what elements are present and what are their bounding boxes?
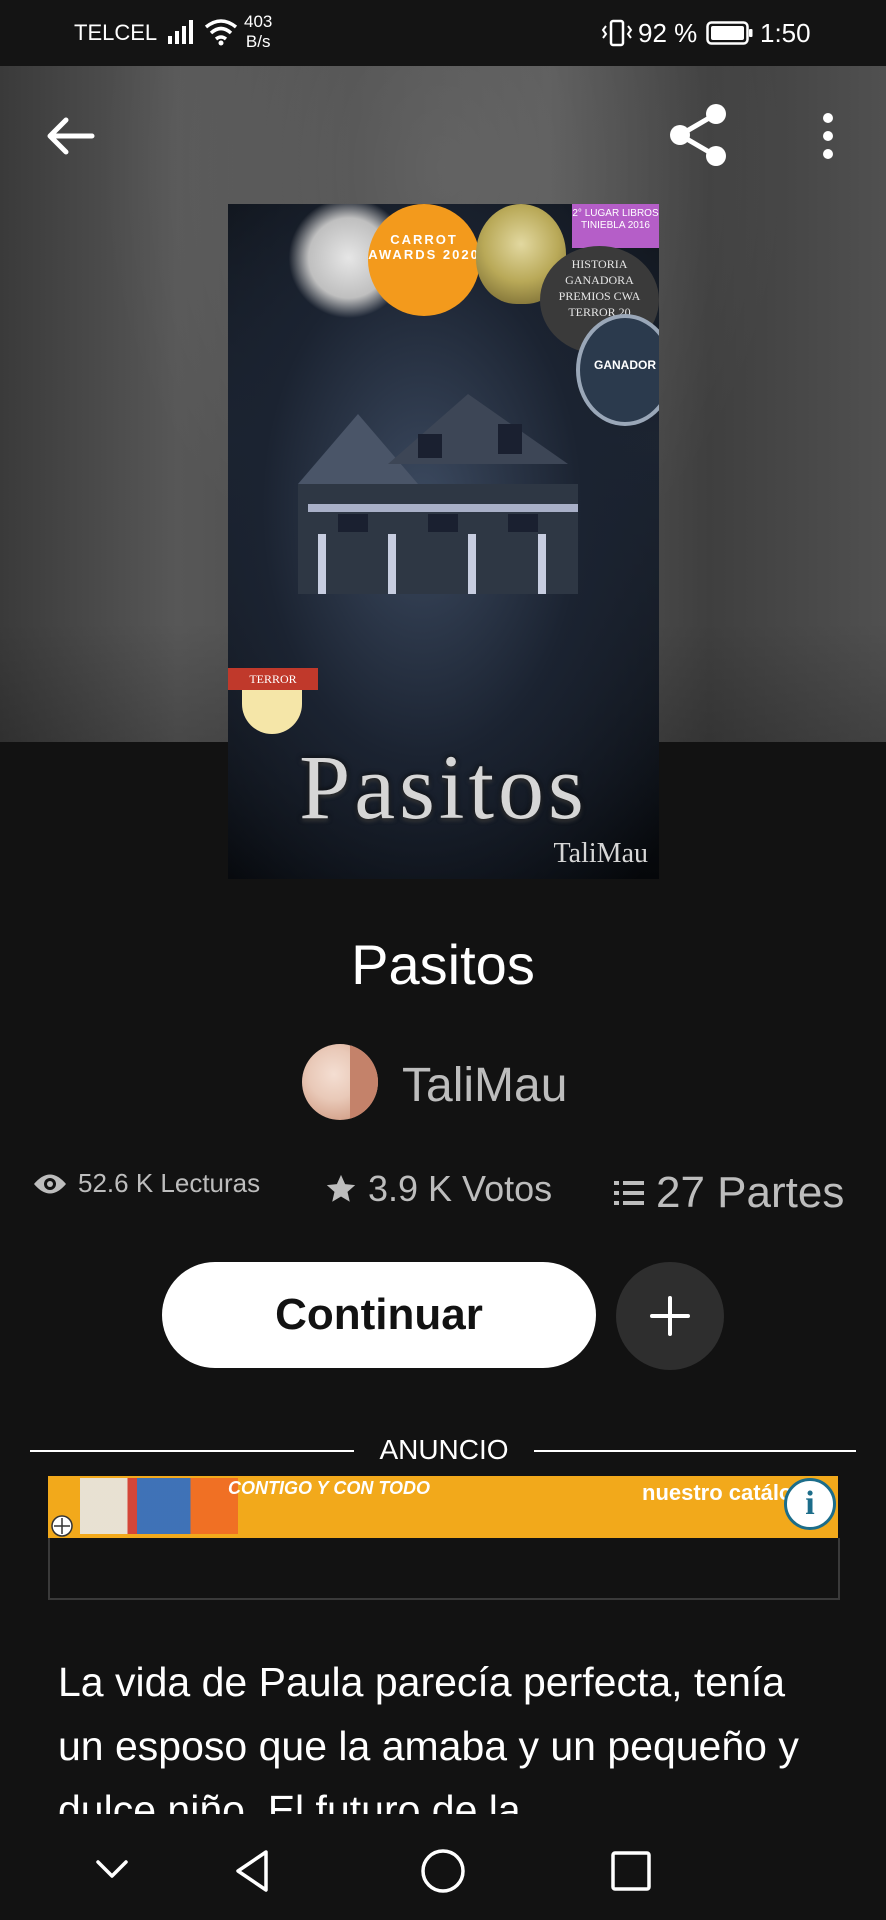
votes-stat: 3.9 K Votos <box>324 1168 552 1210</box>
more-options-button[interactable] <box>808 106 848 166</box>
ad-divider-left <box>30 1450 354 1452</box>
cover-ribbon-badge: 2° LUGAR LIBROS TINIEBLA 2016 <box>572 204 659 248</box>
ad-divider-right <box>534 1450 856 1452</box>
nav-recents-icon[interactable] <box>606 1846 656 1896</box>
cover-terror-badge: TERROR <box>228 648 318 738</box>
nav-back-icon[interactable] <box>228 1846 278 1896</box>
battery-icon <box>706 21 753 45</box>
share-button[interactable] <box>664 100 734 170</box>
story-description: La vida de Paula parecía perfecta, tenía… <box>58 1659 799 1824</box>
plus-icon <box>650 1296 690 1336</box>
status-bar: TELCEL 403 B/s 92 % 1:50 <box>0 0 886 66</box>
author-name[interactable]: TaliMau <box>402 1058 567 1113</box>
chevron-down-icon[interactable] <box>90 1846 134 1890</box>
story-title: Pasitos <box>351 933 535 996</box>
star-icon <box>326 1174 356 1202</box>
more-vertical-icon <box>823 113 833 159</box>
share-icon <box>670 104 726 166</box>
reads-stat: 52.6 K Lecturas <box>32 1168 260 1199</box>
votes-count: 3.9 K Votos <box>368 1168 553 1209</box>
wifi-icon <box>204 19 238 46</box>
ad-slogan[interactable]: CONTIGO Y CON TODO <box>228 1478 430 1499</box>
signal-icon <box>168 20 193 44</box>
clock: 1:50 <box>760 18 811 48</box>
book-cover[interactable]: CARROT AWARDS 2020 2° LUGAR LIBROS TINIE… <box>228 204 659 879</box>
net-speed-value: 403 <box>244 12 273 31</box>
ad-product-images[interactable] <box>80 1478 238 1534</box>
avatar[interactable] <box>302 1044 378 1120</box>
add-to-library-button[interactable] <box>616 1262 724 1370</box>
continue-button[interactable]: Continuar <box>162 1262 596 1368</box>
cover-house-image <box>298 394 578 594</box>
net-speed-unit: B/s <box>245 32 271 51</box>
cover-title: Pasitos <box>299 736 588 838</box>
parts-stat[interactable]: 27 Partes <box>612 1168 844 1218</box>
ad-info-button[interactable]: i <box>784 1478 836 1530</box>
net-speed: 403 B/s <box>244 12 272 52</box>
carrier-label: TELCEL <box>74 20 158 45</box>
battery-percent: 92 % <box>638 18 698 48</box>
parts-count: 27 Partes <box>656 1168 845 1217</box>
back-button[interactable] <box>40 108 100 164</box>
eye-icon <box>34 1174 66 1193</box>
cover-award-badge: CARROT AWARDS 2020 <box>368 204 480 316</box>
ad-choices-icon[interactable] <box>50 1514 74 1538</box>
reads-count: 52.6 K Lecturas <box>78 1168 261 1198</box>
arrow-left-icon <box>47 117 95 155</box>
nav-home-icon[interactable] <box>418 1846 468 1896</box>
list-icon <box>614 1181 644 1205</box>
ad-label: ANUNCIO <box>379 1434 509 1465</box>
ad-container <box>48 1538 840 1600</box>
vibrate-icon <box>601 19 633 47</box>
ad-catalog-text[interactable]: nuestro catálo <box>642 1480 792 1506</box>
cover-author: TaliMau <box>553 838 648 869</box>
